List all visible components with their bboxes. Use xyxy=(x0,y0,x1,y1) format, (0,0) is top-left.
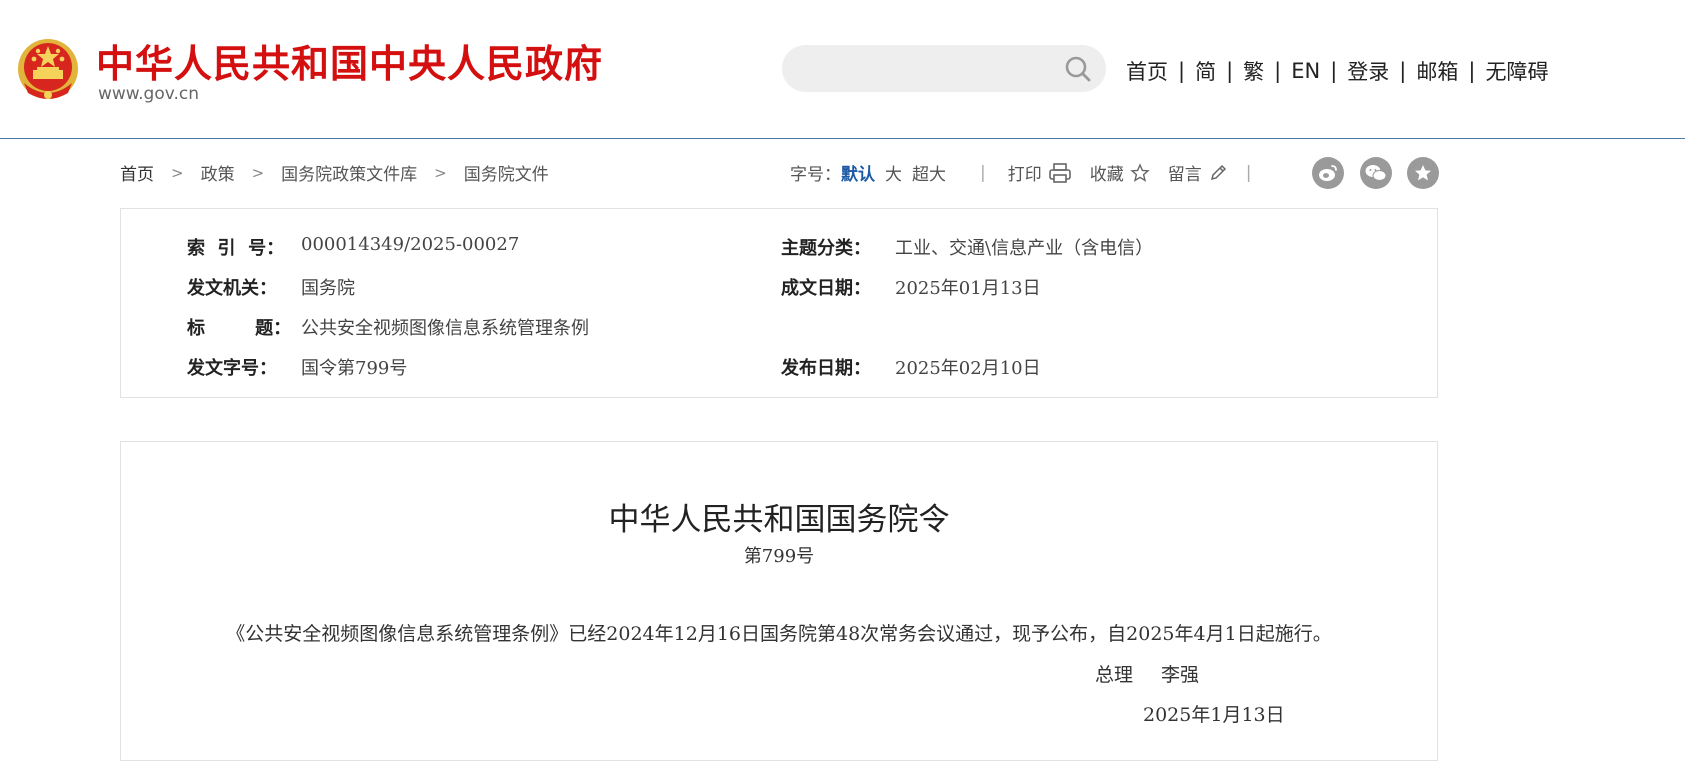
nav-home[interactable]: 首页 xyxy=(1126,56,1168,86)
breadcrumb-home[interactable]: 首页 xyxy=(120,160,154,185)
breadcrumb-policy-library[interactable]: 国务院政策文件库 xyxy=(281,160,417,185)
issuer-row: 发文机关： 国务院 xyxy=(187,274,355,300)
nav-separator: | xyxy=(1226,59,1234,83)
weibo-icon[interactable] xyxy=(1312,157,1344,189)
font-size-large[interactable]: 大 xyxy=(885,160,902,185)
title-label: 标 题： xyxy=(187,318,292,339)
created-date-row: 成文日期： 2025年01月13日 xyxy=(781,274,1041,300)
breadcrumb: 首页 > 政策 > 国务院政策文件库 > 国务院文件 xyxy=(120,160,549,186)
site-header: 中华人民共和国中央人民政府 www.gov.cn 首页 | 简 | 繁 | EN… xyxy=(0,0,1685,139)
search-input[interactable] xyxy=(802,45,1046,94)
chevron-right-icon: > xyxy=(434,163,447,182)
favorite-button[interactable]: 收藏 xyxy=(1090,160,1150,185)
nav-english[interactable]: EN xyxy=(1291,59,1320,83)
document-number-value: 国令第799号 xyxy=(301,358,408,379)
top-nav: 首页 | 简 | 繁 | EN | 登录 | 邮箱 | 无障碍 xyxy=(1126,56,1548,86)
topic-label: 主题分类： xyxy=(781,238,871,259)
national-emblem-icon[interactable] xyxy=(16,37,80,103)
nav-separator: | xyxy=(1399,59,1407,83)
search-box[interactable] xyxy=(782,45,1106,94)
breadcrumb-state-council-docs[interactable]: 国务院文件 xyxy=(464,160,549,185)
topic-value: 工业、交通\信息产业（含电信） xyxy=(895,238,1154,259)
chevron-right-icon: > xyxy=(251,163,265,182)
nav-separator: | xyxy=(1178,59,1186,83)
document-number: 第799号 xyxy=(743,546,815,567)
comment-button[interactable]: 留言 xyxy=(1168,160,1228,185)
tools-separator: | xyxy=(980,162,986,183)
document-number-label: 发文字号： xyxy=(187,358,277,379)
font-size-default[interactable]: 默认 xyxy=(841,160,875,185)
nav-mailbox[interactable]: 邮箱 xyxy=(1416,56,1458,86)
comment-label: 留言 xyxy=(1167,165,1202,185)
party-icon[interactable] xyxy=(1407,157,1439,189)
search-icon[interactable] xyxy=(1064,55,1092,83)
document-body: 中华人民共和国国务院令 第799号 《公共安全视频图像信息系统管理条例》已经20… xyxy=(120,441,1438,761)
nav-simplified[interactable]: 简 xyxy=(1195,56,1216,86)
breadcrumb-policy[interactable]: 政策 xyxy=(201,160,235,185)
created-date-value: 2025年01月13日 xyxy=(895,278,1041,299)
document-signer: 总理 李强 xyxy=(1095,660,1199,687)
site-title[interactable]: 中华人民共和国中央人民政府 xyxy=(96,33,603,88)
document-title: 中华人民共和国国务院令 xyxy=(608,502,950,538)
chevron-right-icon: > xyxy=(171,163,184,182)
published-date-row: 发布日期： 2025年02月10日 xyxy=(781,354,1041,380)
nav-accessibility[interactable]: 无障碍 xyxy=(1485,56,1548,86)
document-number-row: 发文字号： 国令第799号 xyxy=(187,354,407,380)
signer-title: 总理 xyxy=(1095,664,1134,686)
index-value: 000014349/2025-00027 xyxy=(301,234,520,255)
tools-separator: | xyxy=(1245,162,1252,183)
nav-separator: | xyxy=(1468,59,1476,83)
printer-icon xyxy=(1048,162,1071,183)
document-metadata: 索 引 号： 000014349/2025-00027 主题分类： 工业、交通\… xyxy=(120,208,1438,398)
created-date-label: 成文日期： xyxy=(781,278,871,299)
nav-separator: | xyxy=(1274,59,1282,83)
index-row: 索 引 号： 000014349/2025-00027 xyxy=(187,234,519,260)
favorite-label: 收藏 xyxy=(1089,165,1124,185)
pencil-icon xyxy=(1210,164,1226,180)
topic-row: 主题分类： 工业、交通\信息产业（含电信） xyxy=(781,234,1153,260)
star-icon xyxy=(1129,162,1150,182)
document-paragraph: 《公共安全视频图像信息系统管理条例》已经2024年12月16日国务院第48次常务… xyxy=(226,623,1332,645)
published-date-label: 发布日期： xyxy=(781,358,871,379)
issuer-label: 发文机关： xyxy=(187,278,277,299)
print-label: 打印 xyxy=(1007,165,1042,185)
nav-login[interactable]: 登录 xyxy=(1347,56,1389,86)
index-label: 索 引 号： xyxy=(187,238,285,259)
site-domain: www.gov.cn xyxy=(98,84,200,104)
nav-traditional[interactable]: 繁 xyxy=(1243,56,1264,86)
print-button[interactable]: 打印 xyxy=(1008,160,1072,185)
issuer-value: 国务院 xyxy=(301,278,355,299)
title-value: 公共安全视频图像信息系统管理条例 xyxy=(301,318,589,339)
nav-separator: | xyxy=(1330,59,1338,83)
font-size-xlarge[interactable]: 超大 xyxy=(912,160,946,185)
document-date: 2025年1月13日 xyxy=(1143,704,1285,726)
title-row: 标 题： 公共安全视频图像信息系统管理条例 xyxy=(187,314,589,340)
font-size-label: 字号： xyxy=(790,165,841,185)
published-date-value: 2025年02月10日 xyxy=(895,358,1041,379)
signer-name: 李强 xyxy=(1161,664,1200,686)
article-tools: 字号： 默认 大 超大 | 打印 收藏 留言 | xyxy=(790,160,1252,186)
wechat-icon[interactable] xyxy=(1360,157,1392,189)
